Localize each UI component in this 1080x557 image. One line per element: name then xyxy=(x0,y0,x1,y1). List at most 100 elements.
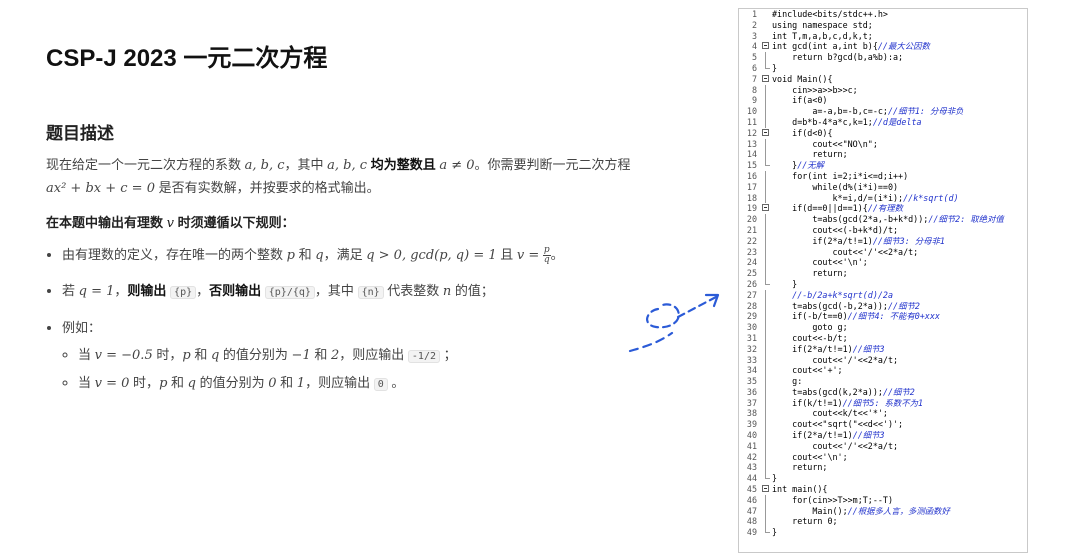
examples-list: 当 v = −0.5 时，p 和 q 的值分别为 −1 和 2，则应输出 -1/… xyxy=(62,345,672,395)
inline-code: {p}/{q} xyxy=(264,286,315,299)
fold-end-icon xyxy=(761,278,772,290)
fold-guide-line xyxy=(761,354,772,366)
fold-toggle-icon[interactable] xyxy=(761,203,772,214)
code-line: 6} xyxy=(739,62,1027,74)
code-line: 44} xyxy=(739,473,1027,484)
line-number: 45 xyxy=(746,484,757,495)
fold-guide-line xyxy=(761,516,772,528)
code-content: using namespace std; xyxy=(772,19,873,30)
fold-toggle-icon[interactable] xyxy=(761,74,772,85)
fold-guide-line xyxy=(761,419,772,431)
code-text: cin>>a>>b>>c; xyxy=(772,85,1027,96)
fold-toggle-icon[interactable] xyxy=(761,484,772,495)
fold-guide-line xyxy=(761,138,772,150)
fold-guide-line xyxy=(761,235,772,247)
line-number: 46 xyxy=(746,494,757,505)
code-line: 41 cout<<'/'<<2*a/t; xyxy=(739,440,1027,452)
desc-math-cond: a ≠ 0 xyxy=(439,158,475,173)
line-number: 38 xyxy=(746,408,757,419)
code-content: t=abs(gcd(-b,2*a)); xyxy=(772,300,888,311)
code-content: return; xyxy=(772,268,848,279)
code-text: using namespace std; xyxy=(772,20,1027,31)
math-condition: q > 0, gcd(p, q) = 1 xyxy=(366,248,497,263)
line-number: 7 xyxy=(751,73,757,84)
item-text: 和 xyxy=(314,347,328,362)
fold-guide-line xyxy=(761,116,772,128)
line-number: 16 xyxy=(746,170,757,181)
item-text: 和 xyxy=(171,375,185,390)
code-line: 46 for(cin>>T>>m;T;--T) xyxy=(739,494,1027,506)
code-content: while(d%(i*i)==0) xyxy=(772,181,899,192)
code-line: 24 cout<<'\n'; xyxy=(739,257,1027,269)
code-text: void Main(){ xyxy=(772,74,1027,85)
item-text: 若 xyxy=(62,283,76,298)
fold-toggle-icon[interactable] xyxy=(761,41,772,52)
code-text: for(int i=2;i*i<=d;i++) xyxy=(772,171,1027,182)
code-line: 35 g: xyxy=(739,376,1027,387)
line-number: 27 xyxy=(746,289,757,300)
fold-guide-line xyxy=(761,84,772,96)
code-line: 4 int gcd(int a,int b){//最大公因数 xyxy=(739,41,1027,52)
fold-guide-line xyxy=(761,408,772,420)
fold-guide-line xyxy=(761,505,772,517)
line-number: 11 xyxy=(746,116,757,127)
code-content: goto g; xyxy=(772,322,848,333)
code-content: int gcd(int a,int b){ xyxy=(772,41,878,52)
code-text: Main();//根据多人言，多测函数好 xyxy=(772,506,1027,517)
code-line: 15 }//无解 xyxy=(739,160,1027,171)
rule-math-v: v xyxy=(166,216,174,231)
item-text: ，满足 xyxy=(323,247,363,262)
math-q: q xyxy=(187,376,196,391)
item-text: 时， xyxy=(156,347,183,362)
fold-guide-line xyxy=(761,224,772,236)
item-text: 由有理数的定义，存在唯一的两个整数 xyxy=(62,247,284,262)
code-content: } xyxy=(772,62,778,73)
code-comment: //细节3 xyxy=(852,430,885,441)
line-number: 41 xyxy=(746,440,757,451)
code-line: 31 cout<<-b/t; xyxy=(739,332,1027,344)
code-editor-panel[interactable]: 1 #include<bits/stdc++.h> 2 using namespace… xyxy=(738,8,1028,553)
line-number: 49 xyxy=(746,527,757,538)
fold-guide-line xyxy=(761,343,772,355)
fold-guide-line xyxy=(761,365,772,377)
code-text: cout<<-b/t; xyxy=(772,333,1027,344)
math-v-equals: v = xyxy=(516,248,540,263)
line-number: 39 xyxy=(746,419,757,430)
code-content: a=-a,b=-b,c=-c; xyxy=(772,106,888,117)
code-content: cout<<'/'<<2*a/t; xyxy=(772,246,919,257)
math-q-equals-1: q = 1 xyxy=(78,284,115,299)
code-text: if(2*a/t!=1)//细节3 xyxy=(772,344,1027,355)
line-number: 9 xyxy=(751,95,757,106)
item-text: 和 xyxy=(298,247,312,262)
fold-toggle-icon[interactable] xyxy=(761,128,772,139)
rules-list: 由有理数的定义，存在唯一的两个整数 p 和 q，满足 q > 0, gcd(p,… xyxy=(46,244,672,408)
desc-bold: 均为整数且 xyxy=(370,157,436,172)
code-content: return; xyxy=(772,149,848,160)
code-text: } xyxy=(772,279,1027,290)
desc-text: 现在给定一个一元二次方程的系数 xyxy=(46,157,242,172)
fold-guide-line xyxy=(761,386,772,398)
fold-guide-line xyxy=(761,257,772,269)
code-line: 1 #include<bits/stdc++.h> xyxy=(739,9,1027,20)
code-content: k*=i,d/=(i*i); xyxy=(772,192,904,203)
fold-guide-line xyxy=(761,268,772,279)
item-text: 例如： xyxy=(62,320,102,335)
item-text: 当 xyxy=(78,375,92,390)
item-text: 和 xyxy=(280,375,294,390)
code-content: for(cin>>T>>m;T;--T) xyxy=(772,494,894,505)
item-text: 代表整数 xyxy=(387,283,440,298)
code-comment: //根据多人言，多测函数好 xyxy=(847,505,950,516)
code-content: if(a<0) xyxy=(772,95,828,106)
code-text: cout<<'/'<<2*a/t; xyxy=(772,247,1027,258)
item-text: 的值分别为 xyxy=(199,375,265,390)
fold-guide-line xyxy=(761,311,772,323)
code-line: 42 cout<<'\n'; xyxy=(739,451,1027,463)
item-text: ； xyxy=(443,347,457,362)
code-text: cout<<"sqrt("<<d<<')'; xyxy=(772,419,1027,430)
fold-guide-line xyxy=(761,181,772,193)
code-line: 27 //-b/2a+k*sqrt(d)/2a xyxy=(739,289,1027,301)
code-comment: //-b/2a+k*sqrt(d)/2a xyxy=(792,289,894,300)
code-text: int gcd(int a,int b){//最大公因数 xyxy=(772,41,1027,52)
code-text: cout<<'+'; xyxy=(772,365,1027,376)
list-item: 当 v = −0.5 时，p 和 q 的值分别为 −1 和 2，则应输出 -1/… xyxy=(78,345,672,367)
